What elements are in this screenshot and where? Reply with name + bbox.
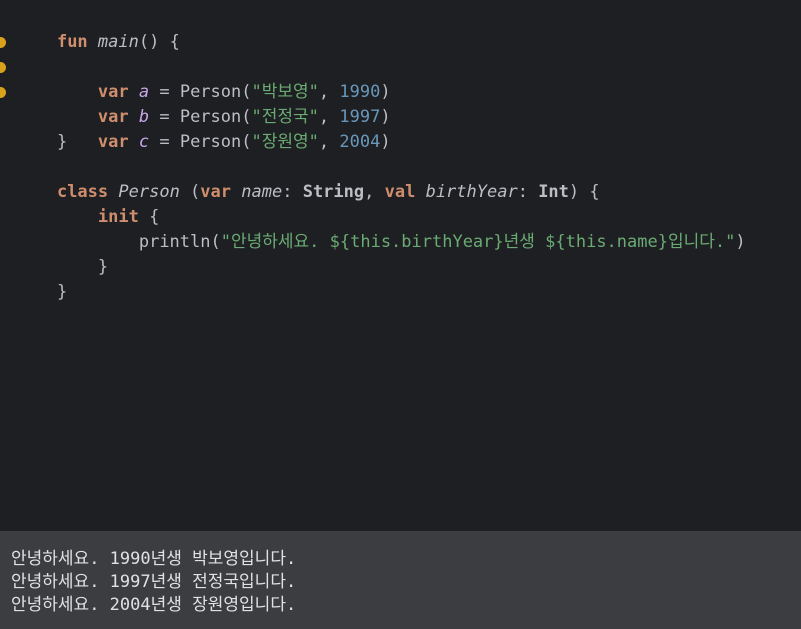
console-output-panel[interactable]: 안녕하세요. 1990년생 박보영입니다. 안녕하세요. 1997년생 전정국입…	[0, 531, 801, 629]
keyword-var: var	[97, 132, 129, 152]
param-name: birthYear	[425, 182, 518, 202]
breakpoint-marker-icon[interactable]	[0, 62, 6, 73]
type-name: Int	[538, 182, 569, 202]
closing-brace: }	[56, 132, 68, 152]
console-line: 안녕하세요. 2004년생 장원영입니다.	[11, 595, 297, 615]
code-line-5: }	[16, 105, 67, 152]
breakpoint-marker-icon[interactable]	[0, 87, 6, 98]
keyword-val: val	[384, 182, 416, 202]
number-literal: 1997	[339, 107, 381, 127]
closing-brace: }	[56, 282, 68, 302]
code-line-1: fun main() {	[16, 5, 180, 52]
code-line-4: var c = Person("장원영", 2004)	[0, 80, 391, 152]
function-call: println(	[138, 232, 221, 252]
param-name: name	[241, 182, 283, 202]
string-literal: "안녕하세요. ${this.birthYear}년생 ${this.name}…	[220, 232, 736, 252]
console-line: 안녕하세요. 1990년생 박보영입니다.	[11, 549, 297, 569]
string-literal: "장원영"	[251, 132, 319, 152]
code-line-10: }	[16, 230, 108, 277]
variable-name: b	[138, 107, 150, 127]
console-line: 안녕하세요. 1997년생 전정국입니다.	[11, 572, 297, 592]
code-line-8: init {	[97, 207, 160, 227]
variable-name: c	[138, 132, 150, 152]
number-literal: 2004	[339, 132, 381, 152]
code-line-3: var b = Person("전정국", 1997)	[0, 55, 391, 127]
code-line-11: }	[16, 255, 67, 302]
type-name: String	[302, 182, 365, 202]
breakpoint-marker-icon[interactable]	[0, 37, 6, 48]
string-literal: "전정국"	[251, 107, 319, 127]
code-line-2: var a = Person("박보영", 1990)	[0, 30, 391, 102]
code-line-9: println("안녕하세요. ${this.birthYear}년생 ${th…	[138, 232, 746, 252]
code-editor[interactable]: fun main() { var a = Person("박보영", 1990)…	[0, 0, 801, 531]
keyword-var: var	[200, 182, 232, 202]
closing-brace: }	[97, 257, 109, 277]
keyword-var: var	[97, 107, 129, 127]
code-line-7: class Person (var name: String, val birt…	[56, 182, 600, 202]
